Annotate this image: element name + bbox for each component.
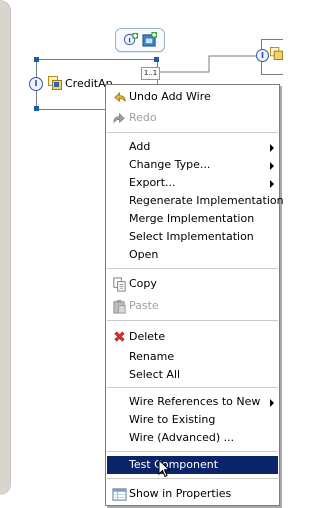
target-component-icon [270,47,283,60]
menu-item-label: Merge Implementation [129,212,255,225]
menu-item-select-implementation[interactable]: Select Implementation [107,228,278,246]
submenu-arrow-icon [270,399,274,407]
interface-plus-icon[interactable]: I [123,32,138,47]
menu-item-label: Add [129,140,151,153]
menu-item-rename[interactable]: Rename [107,348,278,366]
menu-separator [107,320,278,321]
menu-item-redo[interactable]: Redo [107,109,278,127]
menu-item-label: Undo Add Wire [129,90,211,103]
menu-item-label: Select Implementation [129,230,254,243]
menu-item-regenerate-implementation[interactable]: Regenerate Implementation [107,192,283,210]
menu-separator [107,451,278,452]
menu-item-undo-add-wire[interactable]: Undo Add Wire [107,88,278,106]
reference-multiplicity-badge[interactable]: 1..1 [141,67,160,80]
interface-icon[interactable]: I [29,77,43,91]
menu-item-label: Select All [129,368,181,381]
menu-item-label: Wire to Existing [129,413,216,426]
menu-item-label: Export... [129,176,176,189]
menu-item-label: Regenerate Implementation [129,194,283,207]
menu-item-wire-to-existing[interactable]: Wire to Existing [107,411,278,429]
mouse-pointer-icon [158,459,170,478]
selection-handle[interactable] [34,106,39,111]
menu-item-label: Wire (Advanced) ... [129,431,235,444]
menu-item-label: Delete [129,330,166,343]
menu-item-label: Wire References to New [129,395,261,408]
component-icon [48,76,62,90]
submenu-arrow-icon [270,180,274,188]
menu-item-label: Test Component [129,458,219,471]
menu-item-wire-references-to-new[interactable]: Wire References to New [107,393,278,411]
menu-separator [107,478,278,479]
menu-item-label: Paste [129,299,159,312]
menu-item-label: Open [129,248,159,261]
menu-item-label: Redo [129,111,157,124]
menu-item-show-in-properties[interactable]: Show in Properties [107,485,278,503]
menu-item-delete[interactable]: Delete [107,328,278,346]
selection-handle[interactable] [34,57,39,62]
menu-item-label: Rename [129,350,175,363]
editor-window: I I CreditAp 1..1 I Undo Add Wire Redo A… [0,0,283,508]
reference-plus-icon[interactable] [142,32,157,47]
menu-item-wire-advanced[interactable]: Wire (Advanced) ... [107,429,278,447]
menu-item-merge-implementation[interactable]: Merge Implementation [107,210,278,228]
paste-icon [113,299,126,314]
menu-item-select-all[interactable]: Select All [107,366,278,384]
redo-icon [113,112,125,124]
svg-text:I: I [128,36,130,44]
menu-separator [107,132,278,133]
menu-separator [107,268,278,269]
delete-icon [114,331,125,342]
menu-item-add[interactable]: Add [107,138,278,156]
submenu-arrow-icon [270,162,274,170]
menu-item-copy[interactable]: Copy [107,275,278,293]
menu-item-label: Copy [129,277,157,290]
properties-icon [112,488,127,501]
menu-item-test-component[interactable]: Test Component [107,456,278,474]
undo-icon [114,91,126,103]
component-hover-toolbar: I [115,28,165,52]
menu-item-export[interactable]: Export... [107,174,278,192]
context-menu: Undo Add Wire Redo Add Change Type... Ex… [105,84,283,506]
selection-handle[interactable] [154,57,159,62]
target-interface-icon[interactable]: I [256,49,269,62]
menu-item-label: Change Type... [129,158,211,171]
menu-separator [107,387,278,388]
menu-item-change-type[interactable]: Change Type... [107,156,278,174]
copy-icon [113,277,126,292]
submenu-arrow-icon [270,144,274,152]
menu-item-paste[interactable]: Paste [107,297,278,315]
menu-item-label: Show in Properties [129,487,232,500]
menu-item-open[interactable]: Open [107,246,278,264]
